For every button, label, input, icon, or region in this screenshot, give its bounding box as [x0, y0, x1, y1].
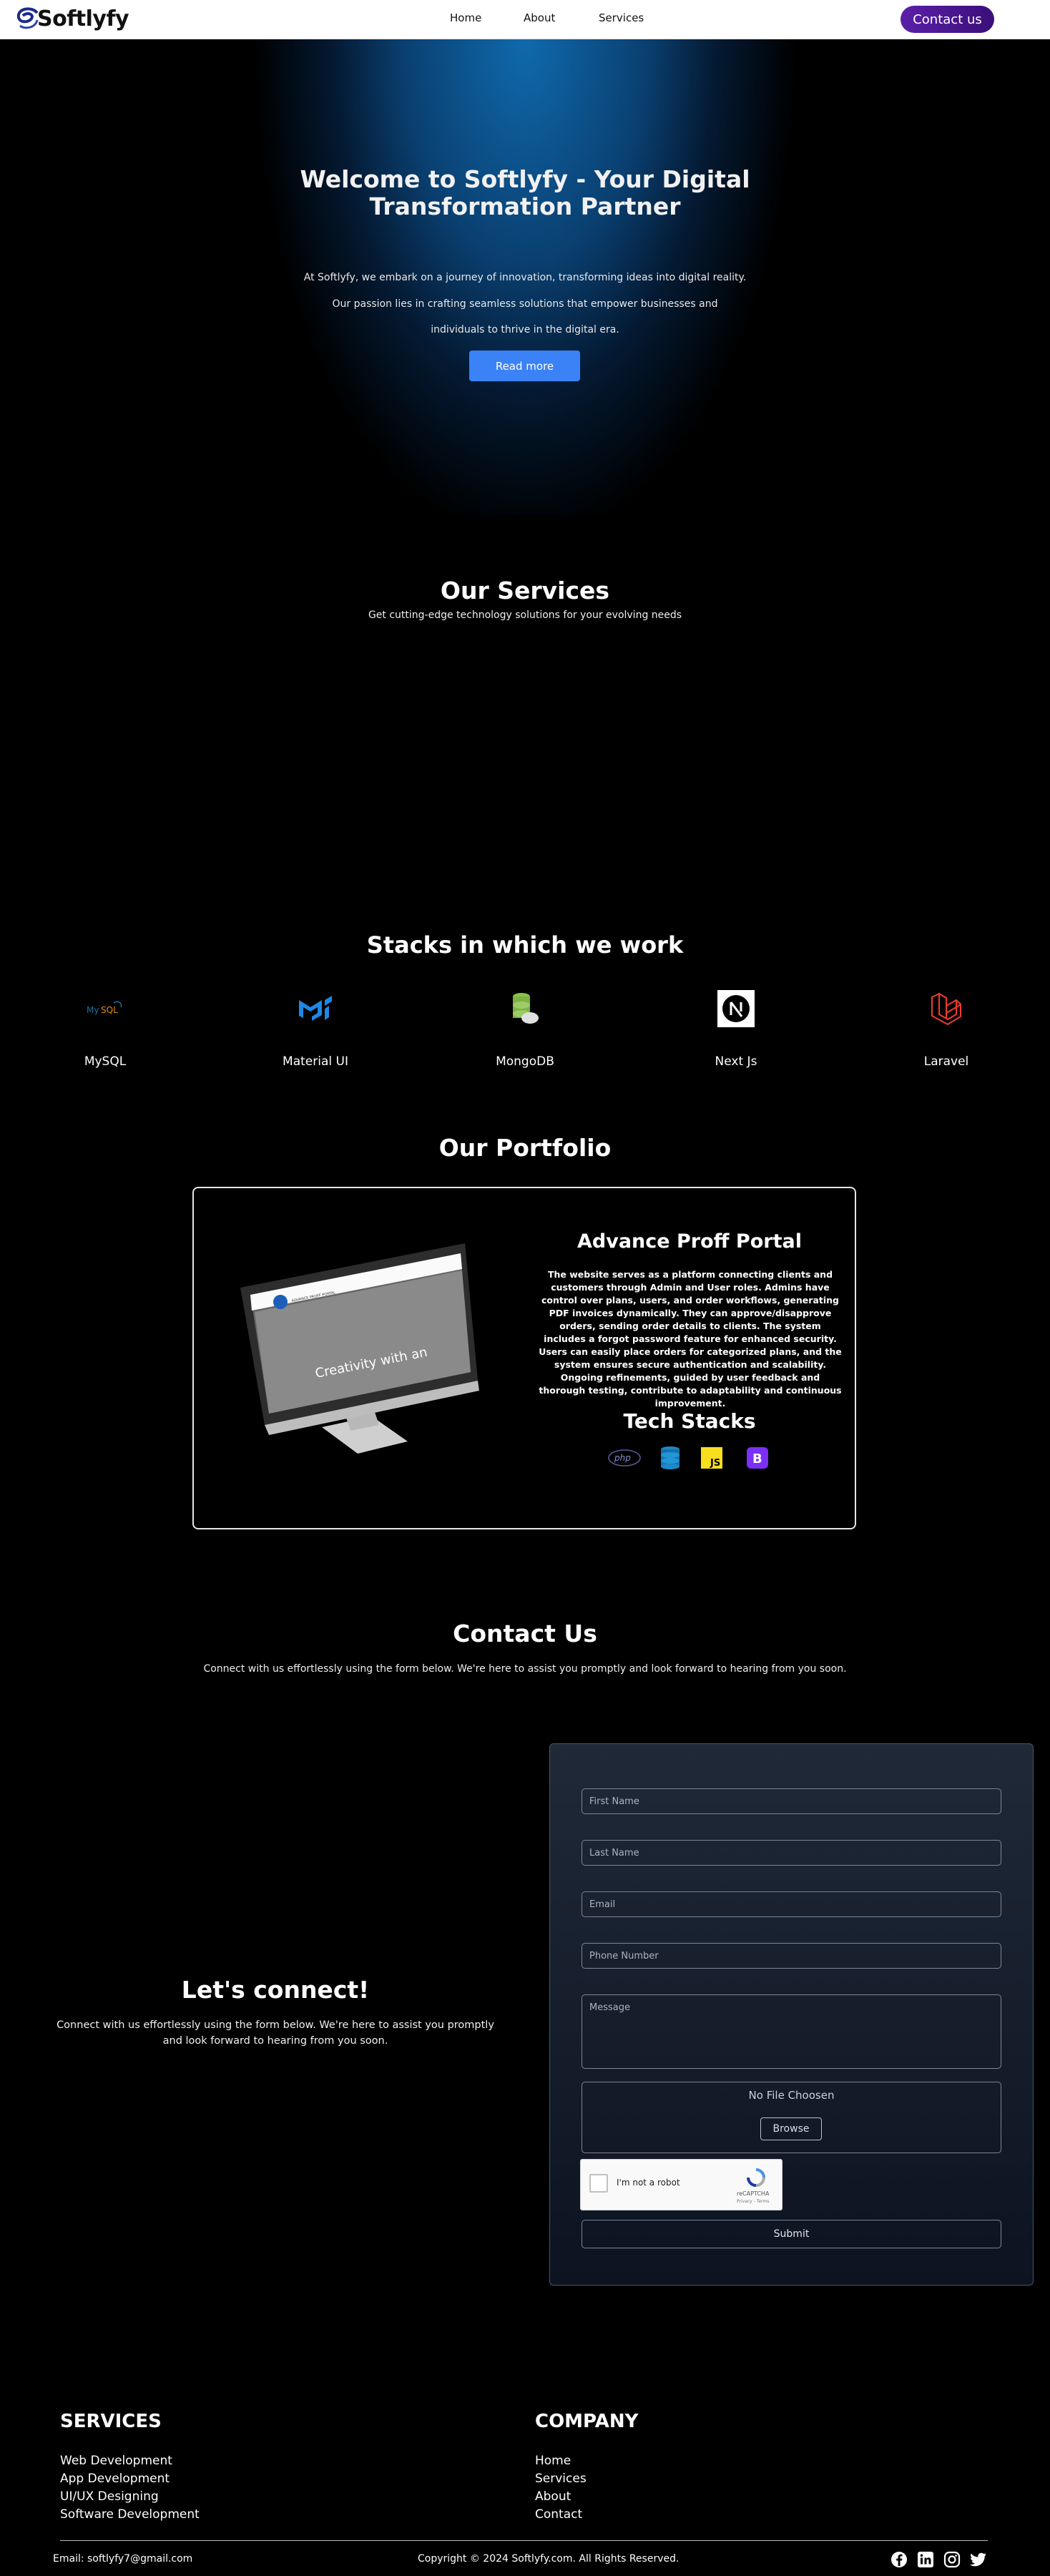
- submit-button[interactable]: Submit: [582, 2220, 1001, 2248]
- contact-title: Contact Us: [453, 1620, 597, 1647]
- nav-link-about[interactable]: About: [524, 11, 555, 24]
- footer-link-services[interactable]: Services: [535, 2472, 587, 2486]
- stack-item-material-ui: Material UI: [265, 987, 365, 1069]
- php-icon: php: [608, 1449, 641, 1466]
- logo[interactable]: Softlyfy: [16, 4, 129, 33]
- javascript-icon: JS: [701, 1447, 722, 1469]
- stack-label: MySQL: [84, 1054, 127, 1069]
- read-more-button[interactable]: Read more: [469, 351, 580, 381]
- tech-stacks-title: Tech Stacks: [623, 1409, 756, 1433]
- portfolio-project-title: Advance Proff Portal: [577, 1230, 802, 1253]
- footer-services-title: SERVICES: [60, 2411, 162, 2432]
- footer-link-home[interactable]: Home: [535, 2454, 571, 2468]
- stack-item-laravel: Laravel: [896, 987, 996, 1069]
- last-name-input[interactable]: [582, 1840, 1001, 1866]
- footer-link-app-development[interactable]: App Development: [60, 2472, 170, 2486]
- nextjs-icon: [715, 987, 757, 1030]
- lets-connect-title: Let's connect!: [181, 1976, 370, 2004]
- hero-text-line-3: individuals to thrive in the digital era…: [431, 324, 619, 336]
- lets-connect-text: Connect with us effortlessly using the f…: [57, 2019, 494, 2047]
- stacks-title: Stacks in which we work: [366, 931, 684, 959]
- hero-text-line-1: At Softlyfy, we embark on a journey of i…: [303, 272, 747, 283]
- services-title: Our Services: [440, 577, 610, 604]
- email-input[interactable]: [582, 1891, 1001, 1917]
- stack-item-nextjs: Next Js: [686, 987, 786, 1069]
- bootstrap-icon: B: [747, 1447, 768, 1469]
- footer-link-web-development[interactable]: Web Development: [60, 2454, 172, 2468]
- stack-label: Next Js: [715, 1054, 757, 1069]
- footer-link-about[interactable]: About: [535, 2489, 571, 2504]
- mysql-icon: My SQL: [84, 987, 127, 1030]
- hero-title: Welcome to Softlyfy - Your Digital Trans…: [300, 165, 750, 220]
- twitter-icon[interactable]: [970, 2551, 987, 2568]
- message-input[interactable]: [582, 1994, 1001, 2069]
- svg-text:My: My: [87, 1005, 99, 1015]
- contact-us-button[interactable]: Contact us: [901, 6, 994, 33]
- stack-label: MongoDB: [496, 1054, 554, 1069]
- file-status-text: No File Choosen: [748, 2089, 835, 2102]
- laravel-icon: [925, 987, 968, 1030]
- material-ui-icon: [294, 987, 337, 1030]
- footer-company-title: COMPANY: [535, 2411, 639, 2432]
- portfolio-title: Our Portfolio: [438, 1134, 612, 1162]
- recaptcha-logo-icon: [747, 2168, 765, 2187]
- portfolio-project-description: The website serves as a platform connect…: [539, 1269, 842, 1409]
- services-subtitle: Get cutting-edge technology solutions fo…: [368, 609, 682, 621]
- portfolio-mockup-image: Creativity with an ADVANCE PROFF PORTAL: [240, 1243, 479, 1454]
- stack-item-mysql: My SQL MySQL: [55, 987, 155, 1069]
- svg-text:B: B: [752, 1451, 762, 1466]
- footer-link-contact[interactable]: Contact: [535, 2507, 582, 2522]
- recaptcha-checkbox[interactable]: [589, 2174, 608, 2193]
- first-name-input[interactable]: [582, 1788, 1001, 1814]
- facebook-icon[interactable]: [890, 2551, 908, 2568]
- footer-copyright: Copyright © 2024 Softlyfy.com. All Right…: [418, 2553, 679, 2565]
- browse-button[interactable]: Browse: [760, 2117, 822, 2140]
- recaptcha-brand: reCAPTCHA: [737, 2190, 770, 2197]
- nav-link-services[interactable]: Services: [599, 11, 644, 24]
- svg-text:SQL: SQL: [101, 1005, 118, 1015]
- stack-label: Material UI: [283, 1054, 348, 1069]
- footer-divider: [60, 2540, 988, 2541]
- top-navbar: Softlyfy Home About Services Contact us: [0, 0, 1050, 39]
- contact-subtitle: Connect with us effortlessly using the f…: [203, 1663, 847, 1675]
- phone-number-input[interactable]: [582, 1943, 1001, 1969]
- svg-text:php: php: [614, 1453, 631, 1463]
- footer-link-software-development[interactable]: Software Development: [60, 2507, 200, 2522]
- logo-text: Softlyfy: [37, 6, 129, 31]
- hero-text-line-2: Our passion lies in crafting seamless so…: [332, 298, 718, 310]
- footer-link-uiux-designing[interactable]: UI/UX Designing: [60, 2489, 159, 2504]
- stack-item-mongodb: MongoDB: [475, 987, 575, 1069]
- logo-swirl-icon: [16, 7, 39, 29]
- recaptcha-label: I'm not a robot: [617, 2178, 680, 2188]
- mongodb-icon: [504, 987, 546, 1030]
- instagram-icon[interactable]: [943, 2551, 961, 2568]
- recaptcha-terms-link[interactable]: Privacy - Terms: [737, 2199, 769, 2204]
- stack-label: Laravel: [923, 1054, 969, 1069]
- linkedin-icon[interactable]: [917, 2551, 934, 2568]
- footer-email[interactable]: Email: softlyfy7@gmail.com: [53, 2553, 192, 2565]
- svg-text:JS: JS: [710, 1458, 720, 1469]
- database-icon: [661, 1446, 679, 1469]
- tech-stack-icons: php JS B: [608, 1446, 768, 1469]
- nav-link-home[interactable]: Home: [450, 11, 481, 24]
